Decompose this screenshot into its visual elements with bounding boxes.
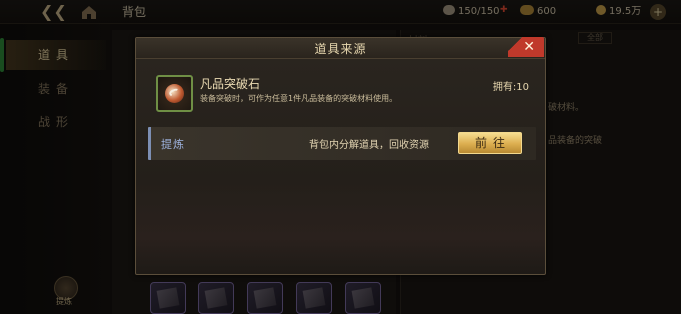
close-icon[interactable]: ✕ [523, 37, 535, 57]
item-description: 装备突破时，可作为任意1件凡品装备的突破材料使用。 [200, 94, 398, 103]
breakthrough-stone-icon [156, 75, 193, 112]
source-row: 提炼 背包内分解道具，回收资源 前往 [148, 127, 536, 160]
close-button[interactable]: ✕ [508, 37, 544, 57]
item-source-dialog: 道具来源 ✕ 凡品突破石 装备突破时，可作为任意1件凡品装备的突破材料使用。 拥… [135, 37, 546, 275]
go-button[interactable]: 前往 [458, 132, 522, 154]
source-description: 背包内分解道具，回收资源 [309, 140, 429, 151]
dialog-title: 道具来源 [314, 42, 367, 56]
item-name: 凡品突破石 [200, 77, 261, 91]
dialog-header: 道具来源 ✕ [136, 37, 545, 59]
owned-count: 拥有:10 [492, 82, 529, 93]
source-name: 提炼 [161, 138, 185, 151]
